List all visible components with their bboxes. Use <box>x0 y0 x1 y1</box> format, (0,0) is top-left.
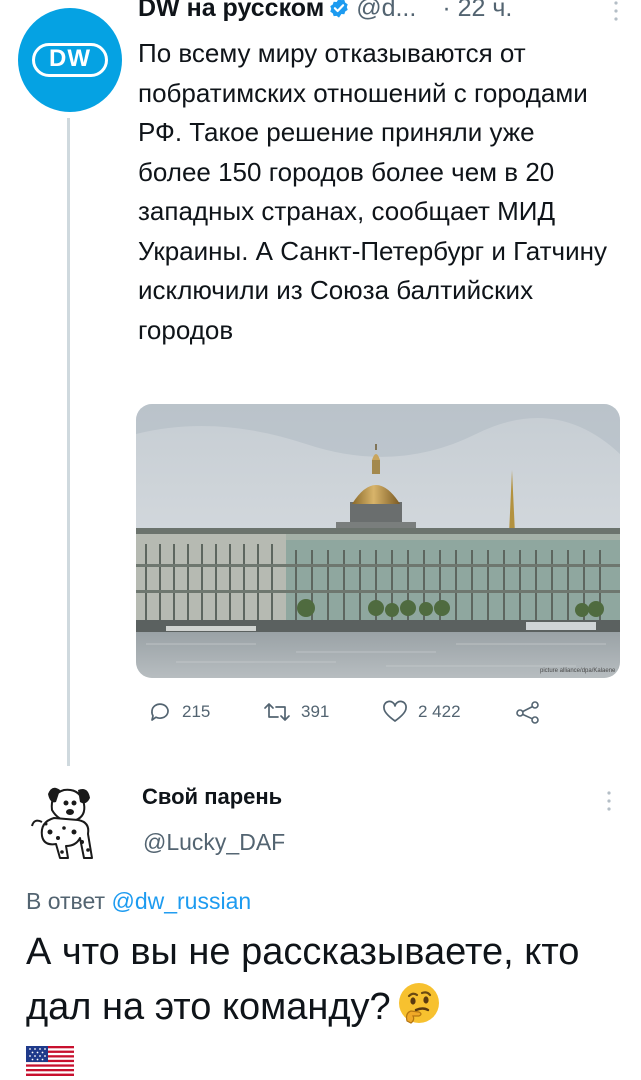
dw-logo: DW <box>32 43 108 77</box>
thinking-face-emoji <box>398 983 439 1024</box>
thread-line <box>67 118 70 766</box>
retweet-button[interactable]: 391 <box>263 697 329 727</box>
tweet-text: По всему миру отказываются от побратимск… <box>138 38 607 345</box>
reply-to-line: В ответ @dw_russian <box>26 888 251 915</box>
st-petersburg-photo <box>136 404 620 678</box>
tweet-photo[interactable] <box>136 404 620 678</box>
share-button[interactable] <box>515 697 551 727</box>
like-count: 2 422 <box>418 702 461 721</box>
dw-avatar[interactable]: DW <box>18 8 122 112</box>
verified-icon <box>330 0 348 18</box>
reply-text-container: А что вы не рассказываете, кто дал на эт… <box>26 925 626 1035</box>
reply-text: А что вы не рассказываете, кто дал на эт… <box>26 931 580 1028</box>
photo-credit: picture alliance/dpa/Kalaene <box>540 668 616 674</box>
retweet-count: 391 <box>301 702 330 721</box>
author-handle[interactable]: @d... <box>356 0 416 22</box>
reply-to-handle[interactable]: @dw_russian <box>111 888 251 914</box>
author-name[interactable]: DW на русском <box>138 0 324 22</box>
more-icon[interactable] <box>604 790 614 812</box>
reply-icon <box>151 703 169 721</box>
like-button[interactable]: 2 422 <box>382 697 461 727</box>
reply-author-name[interactable]: Свой парень <box>142 784 282 810</box>
share-icon <box>516 701 539 724</box>
tweet-header: DW на русском @d... · 22 ч. <box>138 0 628 26</box>
reply-count: 215 <box>182 702 211 721</box>
reply-author-handle[interactable]: @Lucky_DAF <box>143 829 285 856</box>
retweet-icon <box>264 703 290 721</box>
like-icon <box>383 700 407 722</box>
reply-to-prefix: В ответ <box>26 888 106 914</box>
more-icon[interactable] <box>611 0 621 22</box>
reply-button[interactable]: 215 <box>148 697 210 727</box>
tweet-time[interactable]: · 22 ч. <box>442 0 512 22</box>
dalmatian-avatar[interactable] <box>30 776 104 862</box>
us-flag-icon <box>26 1046 74 1076</box>
